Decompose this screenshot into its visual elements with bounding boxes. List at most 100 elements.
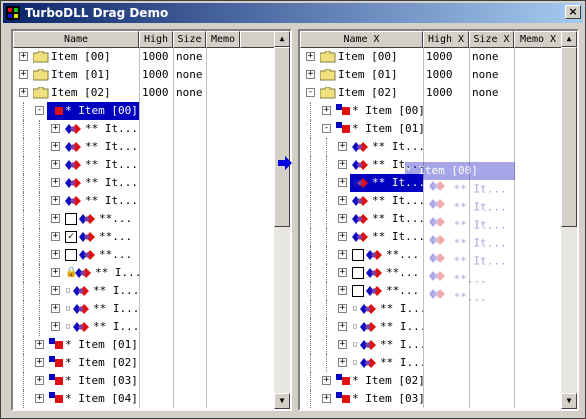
right-tree-row[interactable]: + ** It... [300, 156, 562, 174]
expand-icon[interactable]: + [51, 124, 60, 133]
expand-icon[interactable]: + [338, 250, 347, 259]
expand-icon[interactable]: + [51, 214, 60, 223]
expand-icon[interactable]: + [19, 70, 28, 79]
right-scroll-down-button[interactable]: ▼ [561, 393, 577, 409]
expand-icon[interactable]: + [306, 52, 315, 61]
checkbox[interactable] [352, 285, 364, 297]
left-tree-row[interactable]: + **... [13, 246, 275, 264]
right-tree-row[interactable]: + Item [00] 1000 none [300, 48, 562, 66]
right-tree-view[interactable]: Name X High X Size X Memo X + Item [00] 10… [298, 29, 579, 411]
collapse-icon[interactable]: - [35, 106, 44, 115]
left-header-high[interactable]: High [139, 31, 173, 48]
right-tree-row[interactable]: + ** It... [300, 228, 562, 246]
right-tree-row[interactable]: + ▫ ** I... [300, 354, 562, 372]
title-bar[interactable]: TurboDLL Drag Demo × [3, 3, 583, 23]
right-tree-row[interactable]: - Item [02] 1000 none [300, 84, 562, 102]
left-scroll-down-button[interactable]: ▼ [274, 393, 290, 409]
right-tree-row[interactable]: + **... [300, 282, 562, 300]
checkbox[interactable]: ✓ [65, 231, 77, 243]
left-scroll-up-button[interactable]: ▲ [274, 31, 290, 47]
left-tree-row[interactable]: + Item [00] 1000 none [13, 48, 275, 66]
checkbox[interactable] [65, 249, 77, 261]
right-header-size[interactable]: Size X [469, 31, 514, 48]
expand-icon[interactable]: + [306, 70, 315, 79]
left-header-size[interactable]: Size [173, 31, 206, 48]
right-tree-row[interactable]: + ** It... [300, 174, 562, 192]
expand-icon[interactable]: + [35, 358, 44, 367]
right-tree-row[interactable]: + **... [300, 264, 562, 282]
right-header-memo[interactable]: Memo X [514, 31, 562, 48]
right-tree-row[interactable]: + ** It... [300, 210, 562, 228]
right-tree-row[interactable]: + ** It... [300, 192, 562, 210]
expand-icon[interactable]: + [322, 376, 331, 385]
expand-icon[interactable]: + [51, 304, 60, 313]
expand-icon[interactable]: + [338, 340, 347, 349]
right-tree-row[interactable]: + ▫ ** I... [300, 318, 562, 336]
expand-icon[interactable]: + [51, 196, 60, 205]
right-tree-row[interactable]: + Item [01] 1000 none [300, 66, 562, 84]
right-tree-row[interactable]: + * Item [03] [300, 390, 562, 408]
left-tree-row[interactable]: + ✓ **... [13, 228, 275, 246]
left-tree-row[interactable]: + * Item [04] [13, 390, 275, 408]
left-tree-row[interactable]: + ** It... [13, 156, 275, 174]
right-vertical-scrollbar[interactable]: ▲ ▼ [561, 31, 577, 409]
left-scroll-thumb[interactable] [274, 47, 290, 227]
expand-icon[interactable]: + [338, 178, 347, 187]
expand-icon[interactable]: + [51, 322, 60, 331]
expand-icon[interactable]: + [51, 268, 60, 277]
expand-icon[interactable]: + [51, 250, 60, 259]
checkbox[interactable] [352, 249, 364, 261]
left-tree-row[interactable]: + 🔒 ** I... [13, 264, 275, 282]
left-header-name[interactable]: Name [13, 31, 139, 48]
expand-icon[interactable]: + [338, 232, 347, 241]
expand-icon[interactable]: + [322, 394, 331, 403]
right-tree-row[interactable]: + * Item [02] [300, 372, 562, 390]
right-tree-row[interactable]: + ▫ ** I... [300, 300, 562, 318]
left-tree-row[interactable]: + ▫ ** I... [13, 282, 275, 300]
right-tree-row[interactable]: + * Item [00] [300, 102, 562, 120]
checkbox[interactable] [65, 213, 77, 225]
close-button[interactable]: × [565, 5, 581, 19]
expand-icon[interactable]: + [51, 160, 60, 169]
right-tree-row[interactable]: + **... [300, 246, 562, 264]
expand-icon[interactable]: + [338, 286, 347, 295]
expand-icon[interactable]: + [338, 304, 347, 313]
left-tree-row[interactable]: + ▫ ** I... [13, 318, 275, 336]
left-vertical-scrollbar[interactable]: ▲ ▼ [274, 31, 290, 409]
expand-icon[interactable]: + [338, 142, 347, 151]
expand-icon[interactable]: + [338, 322, 347, 331]
expand-icon[interactable]: + [338, 196, 347, 205]
expand-icon[interactable]: + [51, 232, 60, 241]
expand-icon[interactable]: + [35, 376, 44, 385]
expand-icon[interactable]: + [338, 160, 347, 169]
expand-icon[interactable]: + [35, 340, 44, 349]
collapse-icon[interactable]: - [306, 88, 315, 97]
left-tree-row[interactable]: + * Item [03] [13, 372, 275, 390]
right-header-name[interactable]: Name X [300, 31, 423, 48]
expand-icon[interactable]: + [338, 358, 347, 367]
expand-icon[interactable]: + [51, 286, 60, 295]
right-scroll-thumb[interactable] [561, 47, 577, 227]
expand-icon[interactable]: + [338, 214, 347, 223]
collapse-icon[interactable]: - [322, 124, 331, 133]
right-tree-row[interactable]: - * Item [01] [300, 120, 562, 138]
left-tree-row[interactable]: + ** It... [13, 138, 275, 156]
left-header-memo[interactable]: Memo [206, 31, 240, 48]
left-tree-row[interactable]: + ** It... [13, 120, 275, 138]
checkbox[interactable] [352, 267, 364, 279]
expand-icon[interactable]: + [51, 142, 60, 151]
expand-icon[interactable]: + [338, 268, 347, 277]
left-tree-row[interactable]: + ** It... [13, 192, 275, 210]
right-scroll-up-button[interactable]: ▲ [561, 31, 577, 47]
expand-icon[interactable]: + [19, 52, 28, 61]
left-tree-row[interactable]: + ** It... [13, 174, 275, 192]
expand-icon[interactable]: + [35, 394, 44, 403]
left-tree-row[interactable]: + ▫ ** I... [13, 300, 275, 318]
left-tree-row[interactable]: + Item [01] 1000 none [13, 66, 275, 84]
right-header-high[interactable]: High X [423, 31, 469, 48]
left-tree-row[interactable]: + * Item [01] [13, 336, 275, 354]
expand-icon[interactable]: + [51, 178, 60, 187]
left-tree-row[interactable]: + Item [02] 1000 none [13, 84, 275, 102]
left-tree-view[interactable]: Name High Size Memo + Item [00] 1000 none + I… [11, 29, 292, 411]
right-tree-row[interactable]: + ** It... [300, 138, 562, 156]
